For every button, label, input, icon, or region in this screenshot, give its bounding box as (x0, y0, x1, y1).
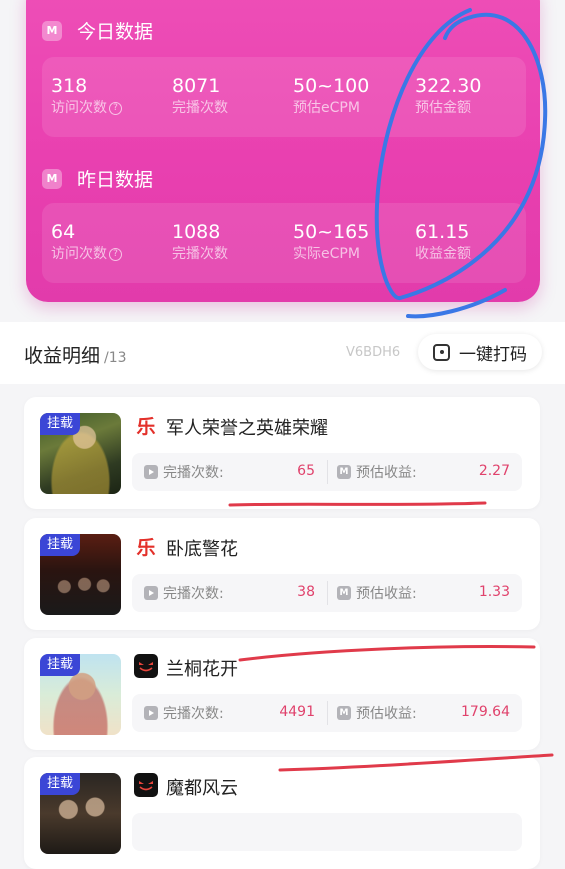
stat-value: 318 (51, 75, 88, 97)
detail-header: 收益明细/13 V6BDH6 一键打码 (0, 322, 565, 384)
m-icon: M (337, 465, 351, 479)
le-app-icon: 乐 (136, 415, 156, 438)
poster-image: 挂载 (40, 654, 121, 735)
yesterday-stat-amount: 61.15 收益金额 (415, 221, 471, 264)
list-item[interactable]: 挂载 乐 卧底警花 完播次数: 38 M 预估收益: 1.33 (24, 518, 540, 630)
plays-value: 4491 (279, 704, 315, 720)
detail-title: 收益明细/13 (24, 345, 127, 367)
stat-value: 64 (51, 221, 76, 243)
m-icon: M (337, 586, 351, 600)
item-title: 兰桐花开 (166, 659, 238, 680)
stat-value: 61.15 (415, 221, 470, 243)
revenue-metric: M 预估收益: 2.27 (337, 453, 522, 491)
revenue-value: 1.33 (478, 584, 510, 600)
item-metrics: 完播次数: 4491 M 预估收益: 179.64 (132, 694, 522, 732)
stat-label: 访问次数? (51, 98, 122, 118)
le-app-icon: 乐 (136, 536, 156, 559)
today-section-title: M 今日数据 (42, 17, 153, 44)
play-icon (144, 465, 158, 479)
dark-app-icon (134, 773, 158, 797)
stat-label: 完播次数 (172, 246, 228, 262)
item-title: 卧底警花 (166, 539, 238, 560)
mount-tag: 挂载 (40, 654, 81, 676)
yesterday-section-title: M 昨日数据 (42, 165, 153, 192)
plays-metric: 完播次数: 4491 (144, 694, 327, 732)
play-icon (144, 586, 158, 600)
play-icon (144, 706, 158, 720)
yesterday-stats: 64 访问次数? 1088 完播次数 50~165 实际eCPM 61.15 收… (42, 203, 526, 283)
divider (327, 701, 328, 725)
detail-count: /13 (104, 350, 127, 366)
help-icon[interactable]: ? (109, 101, 122, 115)
list-item[interactable]: 挂载 魔都风云 (24, 757, 540, 869)
today-stats: 318 访问次数? 8071 完播次数 50~100 预估eCPM 322.30… (42, 57, 526, 137)
revenue-metric: M 预估收益: 179.64 (337, 694, 522, 732)
plays-value: 65 (297, 463, 315, 479)
stat-label: 预估金额 (415, 100, 471, 116)
stat-label: 完播次数 (172, 100, 228, 116)
item-title: 军人荣誉之英雄荣耀 (166, 418, 328, 439)
stat-value: 50~165 (293, 221, 370, 243)
today-title: 今日数据 (77, 21, 154, 43)
today-stat-plays: 8071 完播次数 (172, 75, 228, 118)
revenue-metric: M 预估收益: 1.33 (337, 574, 522, 612)
help-icon[interactable]: ? (109, 247, 122, 261)
m-icon: M (337, 706, 351, 720)
m-badge-icon: M (42, 20, 62, 41)
item-metrics: 完播次数: 38 M 预估收益: 1.33 (132, 574, 522, 612)
revenue-value: 179.64 (461, 704, 510, 720)
divider (327, 460, 328, 484)
user-code: V6BDH6 (346, 345, 401, 360)
stat-label: 预估eCPM (293, 100, 360, 116)
yesterday-stat-plays: 1088 完播次数 (172, 221, 228, 264)
stat-value: 322.30 (415, 75, 482, 97)
poster-image: 挂载 (40, 773, 121, 854)
yesterday-stat-visits[interactable]: 64 访问次数? (51, 221, 122, 264)
yesterday-stat-ecpm: 50~165 实际eCPM (293, 221, 369, 264)
today-stat-visits[interactable]: 318 访问次数? (51, 75, 122, 118)
poster-image: 挂载 (40, 413, 121, 494)
stat-value: 1088 (172, 221, 221, 243)
item-metrics: 完播次数: 65 M 预估收益: 2.27 (132, 453, 522, 491)
plays-metric: 完播次数: 65 (144, 453, 327, 491)
today-stat-amount: 322.30 预估金额 (415, 75, 481, 118)
stat-value: 50~100 (293, 75, 370, 97)
dark-app-icon (134, 654, 158, 678)
yesterday-title: 昨日数据 (77, 169, 154, 191)
mount-tag: 挂载 (40, 413, 81, 435)
mount-tag: 挂载 (40, 773, 81, 795)
divider (327, 581, 328, 605)
plays-metric: 完播次数: 38 (144, 574, 327, 612)
today-stat-ecpm: 50~100 预估eCPM (293, 75, 369, 118)
plays-value: 38 (297, 584, 315, 600)
stat-value: 8071 (172, 75, 221, 97)
revenue-value: 2.27 (478, 463, 510, 479)
stat-label: 实际eCPM (293, 246, 360, 262)
mount-tag: 挂载 (40, 534, 81, 556)
m-badge-icon: M (42, 168, 62, 189)
item-metrics (132, 813, 522, 851)
poster-image: 挂载 (40, 534, 121, 615)
mosaic-button[interactable]: 一键打码 (418, 334, 542, 370)
item-title: 魔都风云 (166, 778, 238, 799)
list-item[interactable]: 挂载 兰桐花开 完播次数: 4491 M 预估收益: 179.64 (24, 638, 540, 750)
stat-label: 访问次数? (51, 244, 122, 264)
list-item[interactable]: 挂载 乐 军人荣誉之英雄荣耀 完播次数: 65 M 预估收益: 2.27 (24, 397, 540, 509)
mosaic-icon (433, 343, 450, 361)
stat-label: 收益金额 (415, 246, 471, 262)
